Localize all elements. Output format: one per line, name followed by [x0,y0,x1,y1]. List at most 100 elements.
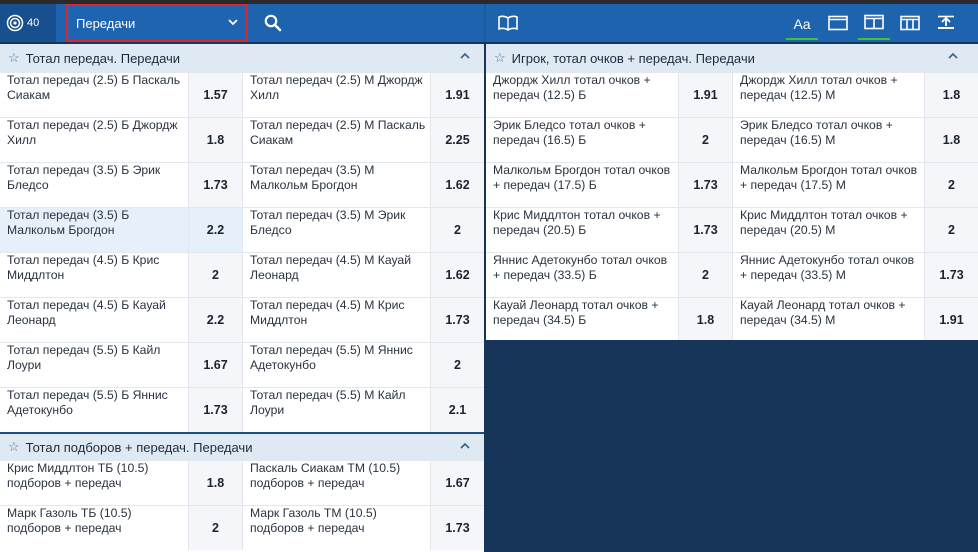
bet-outcome[interactable]: Крис Миддлтон тотал очков + передач (20.… [732,208,978,252]
bet-outcome[interactable]: Тотал передач (2.5) Б Джордж Хилл 1.8 [0,118,242,162]
bet-outcome[interactable]: Тотал передач (4.5) Б Кауай Леонард 2.2 [0,298,242,342]
outcome-odd[interactable]: 1.62 [430,163,484,207]
market-group-dropdown[interactable]: Передачи [66,4,248,42]
outcome-odd[interactable]: 1.62 [430,253,484,297]
section-header-rebounds-passes[interactable]: ☆ Тотал подборов + передач. Передачи [0,432,484,460]
bet-outcome[interactable]: Паскаль Сиакам ТМ (10.5) подборов + пере… [242,461,484,505]
outcome-odd[interactable]: 1.73 [678,208,732,252]
chevron-up-icon[interactable] [460,441,470,452]
outcome-odd[interactable]: 1.91 [430,73,484,117]
outcome-odd[interactable]: 2.2 [188,298,242,342]
chevron-up-icon[interactable] [460,51,470,62]
outcome-name: Крис Миддлтон тотал очков + передач (20.… [493,208,661,237]
bet-outcome[interactable]: Тотал передач (4.5) М Крис Миддлтон 1.73 [242,298,484,342]
events-count-button[interactable]: 40 [0,4,56,42]
outcome-odd[interactable]: 1.73 [188,163,242,207]
outcome-name: Тотал передач (2.5) М Джордж Хилл [250,73,423,102]
outcome-odd[interactable]: 1.73 [430,298,484,342]
outcome-odd[interactable]: 2 [430,208,484,252]
view-three-columns-button[interactable] [894,10,926,40]
rules-button[interactable] [498,15,518,31]
search-icon [264,14,282,36]
bet-outcome[interactable]: Тотал передач (3.5) М Эрик Бледсо 2 [242,208,484,252]
font-size-button[interactable]: Aa [786,10,818,40]
outcome-name: Малкольм Брогдон тотал очков + передач (… [740,163,918,192]
bet-outcome[interactable]: Малкольм Брогдон тотал очков + передач (… [732,163,978,207]
bet-outcome[interactable]: Тотал передач (5.5) М Яннис Адетокунбо 2 [242,343,484,387]
outcome-odd[interactable]: 1.8 [188,461,242,505]
outcome-odd[interactable]: 1.73 [430,506,484,550]
outcome-odd[interactable]: 1.8 [924,73,978,117]
outcome-odd[interactable]: 2 [678,118,732,162]
outcome-odd[interactable]: 1.67 [188,343,242,387]
bet-outcome[interactable]: Тотал передач (2.5) М Паскаль Сиакам 2.25 [242,118,484,162]
outcome-name: Яннис Адетокунбо тотал очков + передач (… [493,253,668,282]
bet-outcome[interactable]: Тотал передач (5.5) Б Кайл Лоури 1.67 [0,343,242,387]
table-row: Джордж Хилл тотал очков + передач (12.5)… [486,72,978,117]
section-header-total-passes[interactable]: ☆ Тотал передач. Передачи [0,44,484,72]
bet-outcome[interactable]: Марк Газоль ТБ (10.5) подборов + передач… [0,506,242,550]
bet-outcome[interactable]: Эрик Бледсо тотал очков + передач (16.5)… [732,118,978,162]
outcome-odd[interactable]: 1.8 [188,118,242,162]
outcome-odd[interactable]: 1.8 [924,118,978,162]
outcome-name: Тотал передач (5.5) М Яннис Адетокунбо [250,343,413,372]
outcome-odd[interactable]: 2.1 [430,388,484,432]
bet-outcome[interactable]: Джордж Хилл тотал очков + передач (12.5)… [486,73,732,117]
bet-outcome[interactable]: Яннис Адетокунбо тотал очков + передач (… [486,253,732,297]
table-row: Марк Газоль ТБ (10.5) подборов + передач… [0,505,484,550]
star-icon[interactable]: ☆ [494,50,506,66]
outcome-name: Яннис Адетокунбо тотал очков + передач (… [740,253,915,282]
outcome-odd[interactable]: 1.57 [188,73,242,117]
bet-outcome[interactable]: Эрик Бледсо тотал очков + передач (16.5)… [486,118,732,162]
outcome-odd[interactable]: 2 [430,343,484,387]
bet-outcome[interactable]: Крис Миддлтон тотал очков + передач (20.… [486,208,732,252]
star-icon[interactable]: ☆ [8,50,20,66]
view-single-button[interactable] [822,10,854,40]
bet-outcome[interactable]: Тотал передач (4.5) М Кауай Леонард 1.62 [242,253,484,297]
section-title: Тотал подборов + передач. Передачи [25,439,253,455]
bet-outcome[interactable]: Яннис Адетокунбо тотал очков + передач (… [732,253,978,297]
outcome-odd[interactable]: 2 [678,253,732,297]
bet-outcome[interactable]: Тотал передач (3.5) М Малкольм Брогдон 1.… [242,163,484,207]
bet-outcome-hovered[interactable]: Тотал передач (3.5) Б Малкольм Брогдон 2.… [0,208,242,252]
outcome-name: Марк Газоль ТБ (10.5) подборов + передач [7,506,132,535]
bet-outcome[interactable]: Тотал передач (2.5) Б Паскаль Сиакам 1.57 [0,73,242,117]
outcome-name: Тотал передач (2.5) Б Джордж Хилл [7,118,178,147]
outcome-odd[interactable]: 1.67 [430,461,484,505]
bet-outcome[interactable]: Малкольм Брогдон тотал очков + передач (… [486,163,732,207]
outcome-name: Марк Газоль ТМ (10.5) подборов + передач [250,506,377,535]
outcome-name: Крис Миддлтон ТБ (10.5) подборов + перед… [7,461,149,490]
outcome-odd[interactable]: 2 [924,163,978,207]
outcome-odd[interactable]: 2.25 [430,118,484,162]
bet-outcome[interactable]: Тотал передач (3.5) Б Эрик Бледсо 1.73 [0,163,242,207]
outcome-odd[interactable]: 1.91 [924,298,978,340]
table-row: Тотал передач (4.5) Б Кауай Леонард 2.2 Т… [0,297,484,342]
star-icon[interactable]: ☆ [8,439,20,455]
bet-outcome[interactable]: Тотал передач (4.5) Б Крис Миддлтон 2 [0,253,242,297]
view-two-columns-button[interactable] [858,10,890,40]
search-button[interactable] [264,14,282,32]
chevron-down-icon [228,17,238,29]
bet-outcome[interactable]: Кауай Леонард тотал очков + передач (34.… [732,298,978,340]
outcome-odd[interactable]: 1.91 [678,73,732,117]
outcome-odd[interactable]: 2 [188,253,242,297]
outcome-odd[interactable]: 1.73 [678,163,732,207]
outcome-odd[interactable]: 1.73 [188,388,242,432]
bet-outcome[interactable]: Крис Миддлтон ТБ (10.5) подборов + перед… [0,461,242,505]
outcome-odd[interactable]: 1.73 [924,253,978,297]
outcome-name: Тотал передач (5.5) Б Кайл Лоури [7,343,161,372]
bet-outcome[interactable]: Марк Газоль ТМ (10.5) подборов + передач… [242,506,484,550]
section-header-points-passes[interactable]: ☆ Игрок, тотал очков + передач. Передачи [486,44,978,72]
bet-outcome[interactable]: Тотал передач (5.5) Б Яннис Адетокунбо 1.… [0,388,242,432]
chevron-up-icon[interactable] [948,51,958,62]
bet-outcome[interactable]: Кауай Леонард тотал очков + передач (34.… [486,298,732,340]
outcome-odd[interactable]: 2 [924,208,978,252]
bet-outcome[interactable]: Джордж Хилл тотал очков + передач (12.5)… [732,73,978,117]
outcome-odd[interactable]: 2 [188,506,242,550]
outcome-name: Тотал передач (4.5) М Крис Миддлтон [250,298,405,327]
bet-outcome[interactable]: Тотал передач (5.5) М Кайл Лоури 2.1 [242,388,484,432]
bet-outcome[interactable]: Тотал передач (2.5) М Джордж Хилл 1.91 [242,73,484,117]
collapse-all-button[interactable] [930,10,962,40]
outcome-odd[interactable]: 2.2 [188,208,242,252]
outcome-odd[interactable]: 1.8 [678,298,732,340]
